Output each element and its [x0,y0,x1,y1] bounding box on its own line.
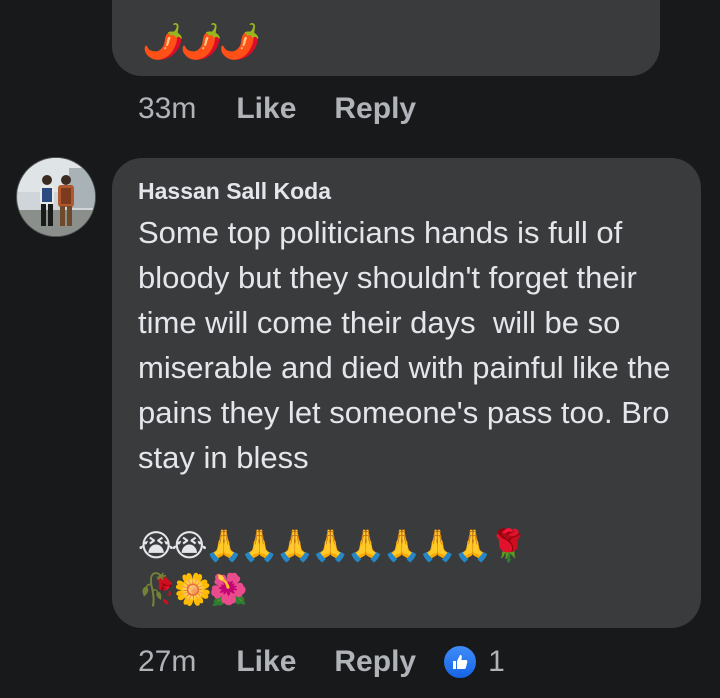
like-button[interactable]: Like [236,92,296,126]
profile-photo-icon [17,158,95,236]
comment-author[interactable]: Hassan Sall Koda [138,178,331,205]
previous-comment-actions: 33m Like Reply [138,92,454,126]
comment-timestamp[interactable]: 27m [138,645,196,679]
like-button[interactable]: Like [236,645,296,679]
reply-button[interactable]: Reply [334,92,416,126]
avatar[interactable] [17,158,95,236]
comment-timestamp[interactable]: 33m [138,92,196,126]
comment-emojis-line-1: 😭😭🙏🙏🙏🙏🙏🙏🙏🙏🌹 [138,528,528,563]
comment-bubble: Hassan Sall Koda Some top politicians ha… [112,158,701,628]
comment-emojis-line-2: 🥀🌼🌺 [138,572,248,607]
comment-text: Some top politicians hands is full of bl… [138,215,680,475]
reply-button[interactable]: Reply [334,645,416,679]
thumbs-up-icon[interactable] [442,644,479,680]
previous-comment-bubble: 🌶️🌶️🌶️ [112,0,660,76]
chili-pepper-emojis: 🌶️🌶️🌶️ [142,23,261,61]
comment-actions: 27m Like Reply 1 [138,644,505,680]
reaction-count[interactable]: 1 [488,645,505,679]
